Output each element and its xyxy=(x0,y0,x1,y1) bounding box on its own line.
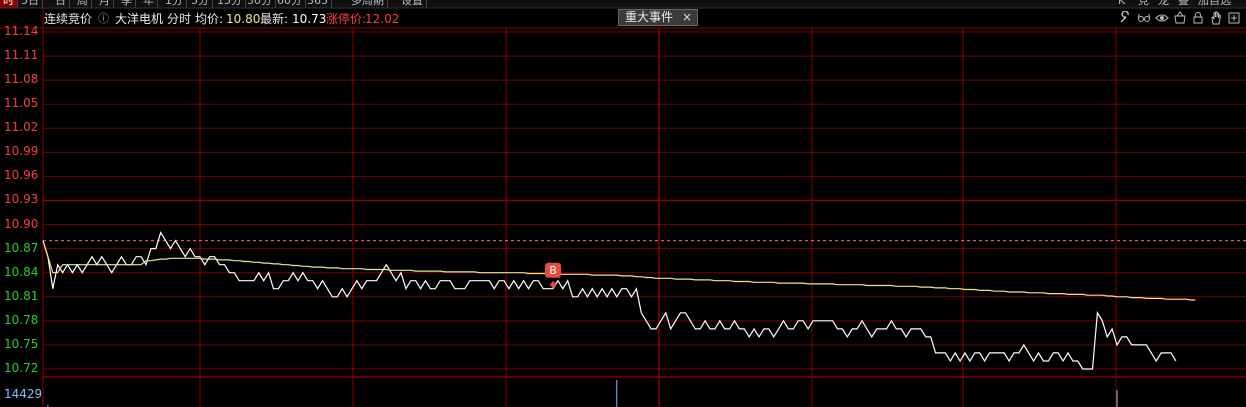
price-tick-label: 11.14 xyxy=(4,24,39,38)
price-tick-label: 10.96 xyxy=(4,168,39,183)
price-tick-label: 10.93 xyxy=(4,192,39,207)
price-line xyxy=(42,231,1177,370)
price-tick-label: 11.05 xyxy=(4,96,39,111)
price-tick-label: 10.81 xyxy=(4,288,39,303)
price-tick-label: 10.72 xyxy=(4,360,39,375)
price-tick-label: 10.75 xyxy=(4,336,39,351)
volume-max-label: 14429 xyxy=(4,387,43,401)
price-tick-label: 11.11 xyxy=(4,48,39,63)
intraday-chart[interactable]: B xyxy=(0,0,1246,407)
price-tick-label: 11.08 xyxy=(4,72,39,87)
buy-badge-label: B xyxy=(549,264,557,277)
buy-point-marker xyxy=(550,280,557,289)
price-tick-label: 10.78 xyxy=(4,312,39,327)
price-tick-label: 11.02 xyxy=(4,120,39,135)
price-tick-label: 10.84 xyxy=(4,264,39,279)
avg-price-line xyxy=(42,240,1196,301)
price-tick-label: 10.90 xyxy=(4,216,39,231)
price-tick-label: 10.87 xyxy=(4,240,39,255)
price-tick-label: 10.99 xyxy=(4,144,39,159)
